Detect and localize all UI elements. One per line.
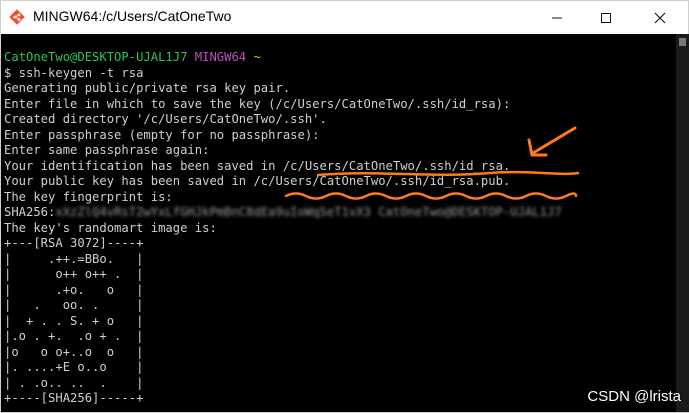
randomart-line: |o o o+..o o | — [4, 344, 144, 359]
randomart-line: | + . . S. + o | — [4, 313, 144, 328]
output-line: Enter same passphrase again: — [4, 143, 210, 157]
prompt-line: CatOneTwo@DESKTOP-UJAL1J7 MINGW64 ~ — [4, 50, 676, 66]
fingerprint-redacted: xXzZlQ4vRsT2wYxLfGHJkPmBnC8dEa9uIoWqSeT1… — [55, 205, 562, 219]
public-key-saved-line: Your public key has been saved in /c/Use… — [4, 174, 511, 188]
maximize-button[interactable] — [583, 1, 629, 34]
minimize-icon — [552, 17, 562, 18]
terminal-output[interactable]: CatOneTwo@DESKTOP-UJAL1J7 MINGW64 ~ $ ss… — [1, 34, 676, 412]
identification-saved-line: Your identification has been saved in /c… — [4, 158, 511, 173]
randomart-line: |. ....+E o..o | — [4, 360, 144, 374]
output-line: Enter file in which to save the key (/c/… — [4, 96, 511, 111]
close-icon — [654, 12, 666, 23]
randomart-line: +---[RSA 3072]----+ — [4, 236, 144, 250]
output-line: Enter passphrase (empty for no passphras… — [4, 127, 320, 142]
title-bar[interactable]: MINGW64:/c/Users/CatOneTwo — [1, 1, 688, 34]
output-line: Generating public/private rsa key pair. — [4, 81, 291, 95]
close-button[interactable] — [637, 1, 683, 34]
command-line: $ ssh-keygen -t rsa — [4, 65, 144, 80]
randomart-line: | o++ o++ . | — [4, 267, 144, 281]
watermark: CSDN @lrista — [587, 388, 681, 405]
randomart-line: +----[SHA256]-----+ — [4, 391, 144, 405]
scrollbar-thumb[interactable] — [679, 38, 686, 46]
prompt-path: ~ — [253, 50, 261, 64]
randomart-line: | .+o. o | — [4, 282, 144, 297]
fingerprint-line: SHA256:xXzZlQ4vRsT2wYxLfGHJkPmBnC8dEa9uI… — [4, 205, 676, 221]
randomart-line: | .++.=BBo. | — [4, 251, 144, 266]
window-title: MINGW64:/c/Users/CatOneTwo — [33, 8, 232, 24]
terminal-window: MINGW64:/c/Users/CatOneTwo CatOneTwo@DES… — [0, 0, 689, 413]
randomart-heading: The key's randomart image is: — [4, 220, 217, 235]
randomart-line: | . .o.. .. . | — [4, 375, 144, 390]
output-line: Created directory '/c/Users/CatOneTwo/.s… — [4, 112, 327, 126]
git-bash-icon — [9, 9, 25, 25]
fingerprint-heading: The key fingerprint is: — [4, 189, 173, 204]
prompt-user-host: CatOneTwo@DESKTOP-UJAL1J7 — [4, 50, 188, 64]
minimize-button[interactable] — [534, 1, 580, 34]
scrollbar[interactable] — [676, 34, 689, 412]
randomart-line: | . oo. . | — [4, 298, 144, 312]
maximize-icon — [601, 12, 611, 23]
fingerprint-prefix: SHA256: — [4, 205, 56, 219]
prompt-shell: MINGW64 — [194, 50, 247, 64]
randomart-line: |.o . +. .o + . | — [4, 329, 144, 343]
